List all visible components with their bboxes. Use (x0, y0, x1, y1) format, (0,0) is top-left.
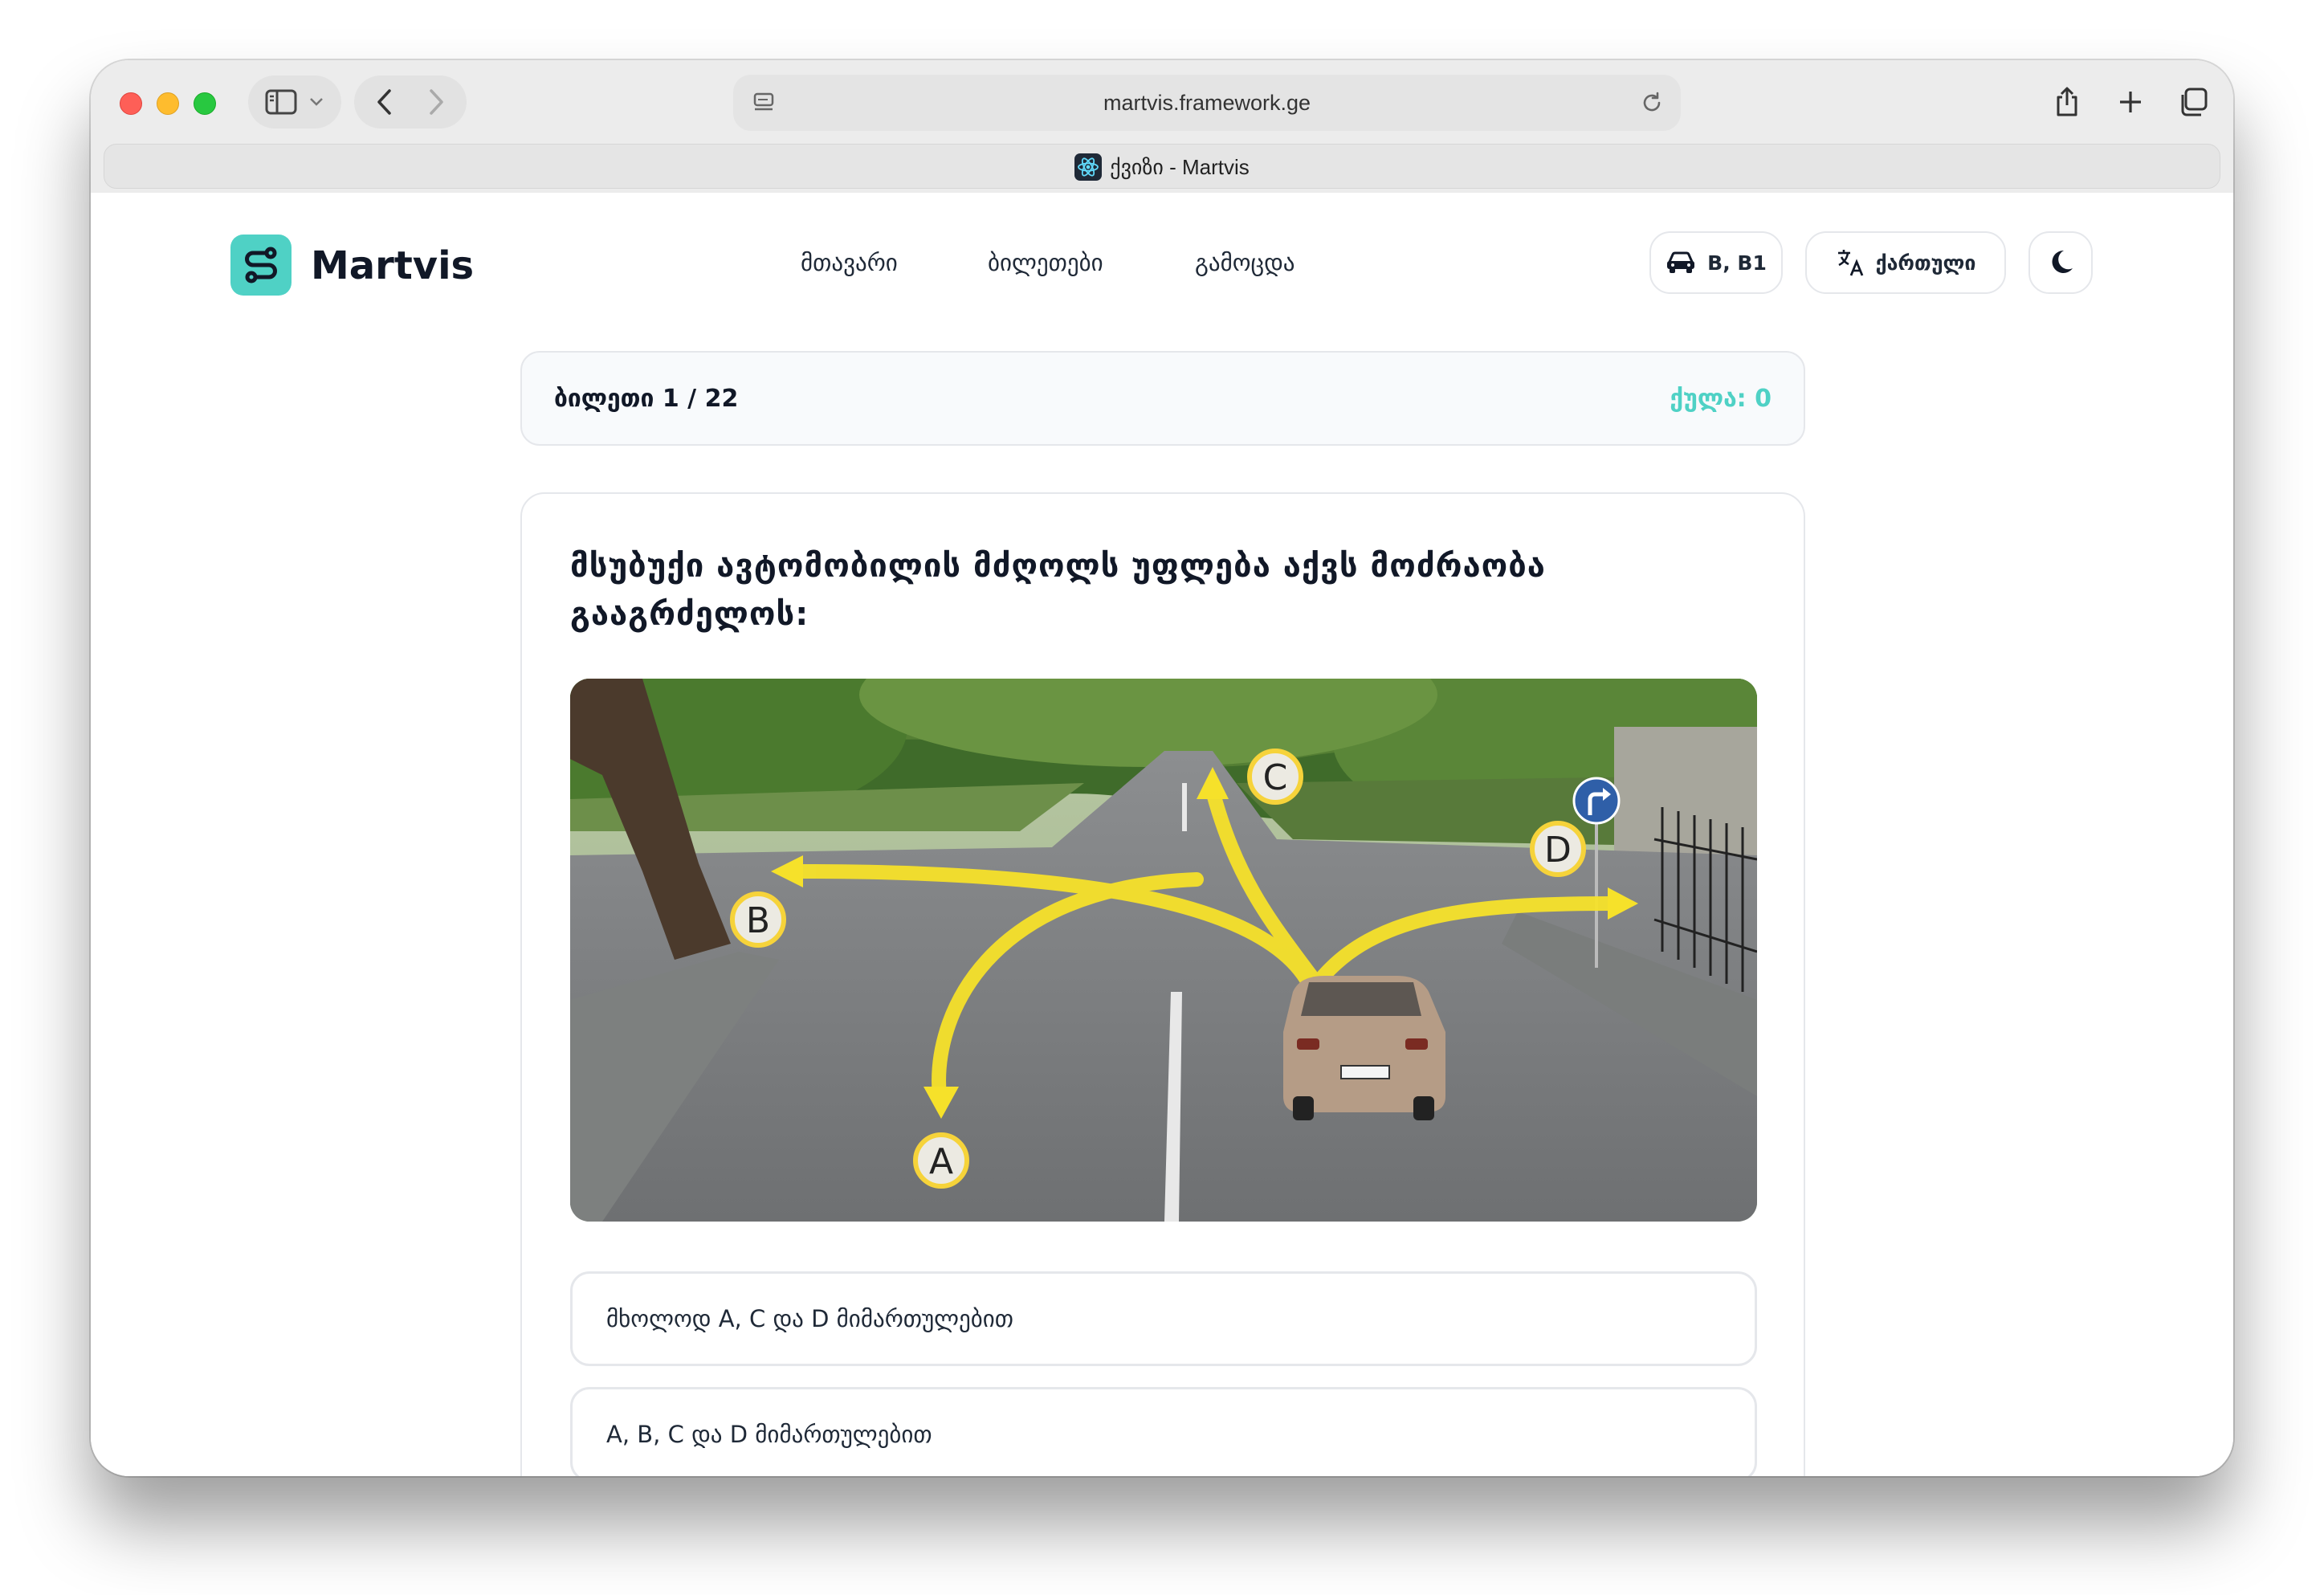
reload-icon[interactable] (1637, 88, 1666, 117)
moon-icon (2052, 250, 2073, 273)
quiz-status-bar: ბილეთი 1 / 22 ქულა: 0 (520, 351, 1805, 446)
chevron-left-icon (377, 89, 391, 115)
tab-bar: ქვიზი - Martvis (104, 144, 2220, 189)
logo-text[interactable]: Martvis (311, 238, 474, 294)
page: Martvis მთავარი ბილეთები გამოცდა B, B1 ქ… (91, 193, 2233, 1476)
share-icon[interactable] (2048, 83, 2086, 121)
language-button[interactable]: ქართული (1805, 231, 2006, 294)
ticket-counter: ბილეთი 1 / 22 (554, 384, 739, 413)
marker-a: A (929, 1141, 953, 1182)
tab-overview-icon[interactable] (2174, 83, 2212, 121)
tab-title: ქვიზი - Martvis (1110, 154, 1250, 179)
url-text: martvis.framework.ge (1103, 90, 1311, 115)
forward-button[interactable] (422, 87, 452, 117)
marker-c: C (1263, 757, 1288, 798)
chevron-right-icon (430, 89, 443, 115)
question-image: A B C D (570, 679, 1757, 1222)
close-window-button[interactable] (120, 92, 142, 115)
active-tab[interactable]: ქვიზი - Martvis (104, 145, 2220, 190)
question-text: მსუბუქი ავტომობილის მძღოლს უფლება აქვს მ… (570, 548, 1546, 633)
chevron-down-icon (306, 92, 327, 112)
logo-icon[interactable] (230, 235, 292, 296)
nav-tickets[interactable]: ბილეთები (988, 243, 1103, 283)
category-button[interactable]: B, B1 (1649, 231, 1783, 294)
react-favicon-icon (1074, 153, 1103, 181)
language-label: ქართული (1875, 251, 1976, 275)
browser-toolbar: martvis.framework.ge ქვიზი - Martvis (91, 60, 2233, 193)
nav-exam[interactable]: გამოცდა (1195, 243, 1295, 283)
sidebar-icon (264, 87, 298, 117)
history-nav (354, 75, 467, 128)
answer-option-1[interactable]: მხოლოდ A, C და D მიმართულებით (570, 1271, 1757, 1366)
category-label: B, B1 (1707, 251, 1767, 275)
score-counter: ქულა: 0 (1670, 384, 1772, 413)
browser-window: martvis.framework.ge ქვიზი - Martvis Mar… (91, 60, 2233, 1476)
car-icon (1667, 251, 1695, 273)
theme-toggle-button[interactable] (2028, 231, 2093, 294)
question-card: მსუბუქი ავტომობილის მძღოლს უფლება აქვს მ… (520, 492, 1805, 1476)
nav-home[interactable]: მთავარი (801, 243, 898, 283)
back-button[interactable] (369, 87, 399, 117)
zoom-window-button[interactable] (194, 92, 216, 115)
sidebar-toggle-button[interactable] (248, 75, 341, 128)
new-tab-icon[interactable] (2111, 83, 2150, 121)
translate-icon (1837, 250, 1863, 276)
minimize-window-button[interactable] (157, 92, 179, 115)
address-bar[interactable]: martvis.framework.ge (733, 75, 1681, 131)
answer-option-2[interactable]: A, B, C და D მიმართულებით (570, 1387, 1757, 1476)
marker-d: D (1544, 830, 1572, 871)
marker-b: B (746, 900, 770, 941)
